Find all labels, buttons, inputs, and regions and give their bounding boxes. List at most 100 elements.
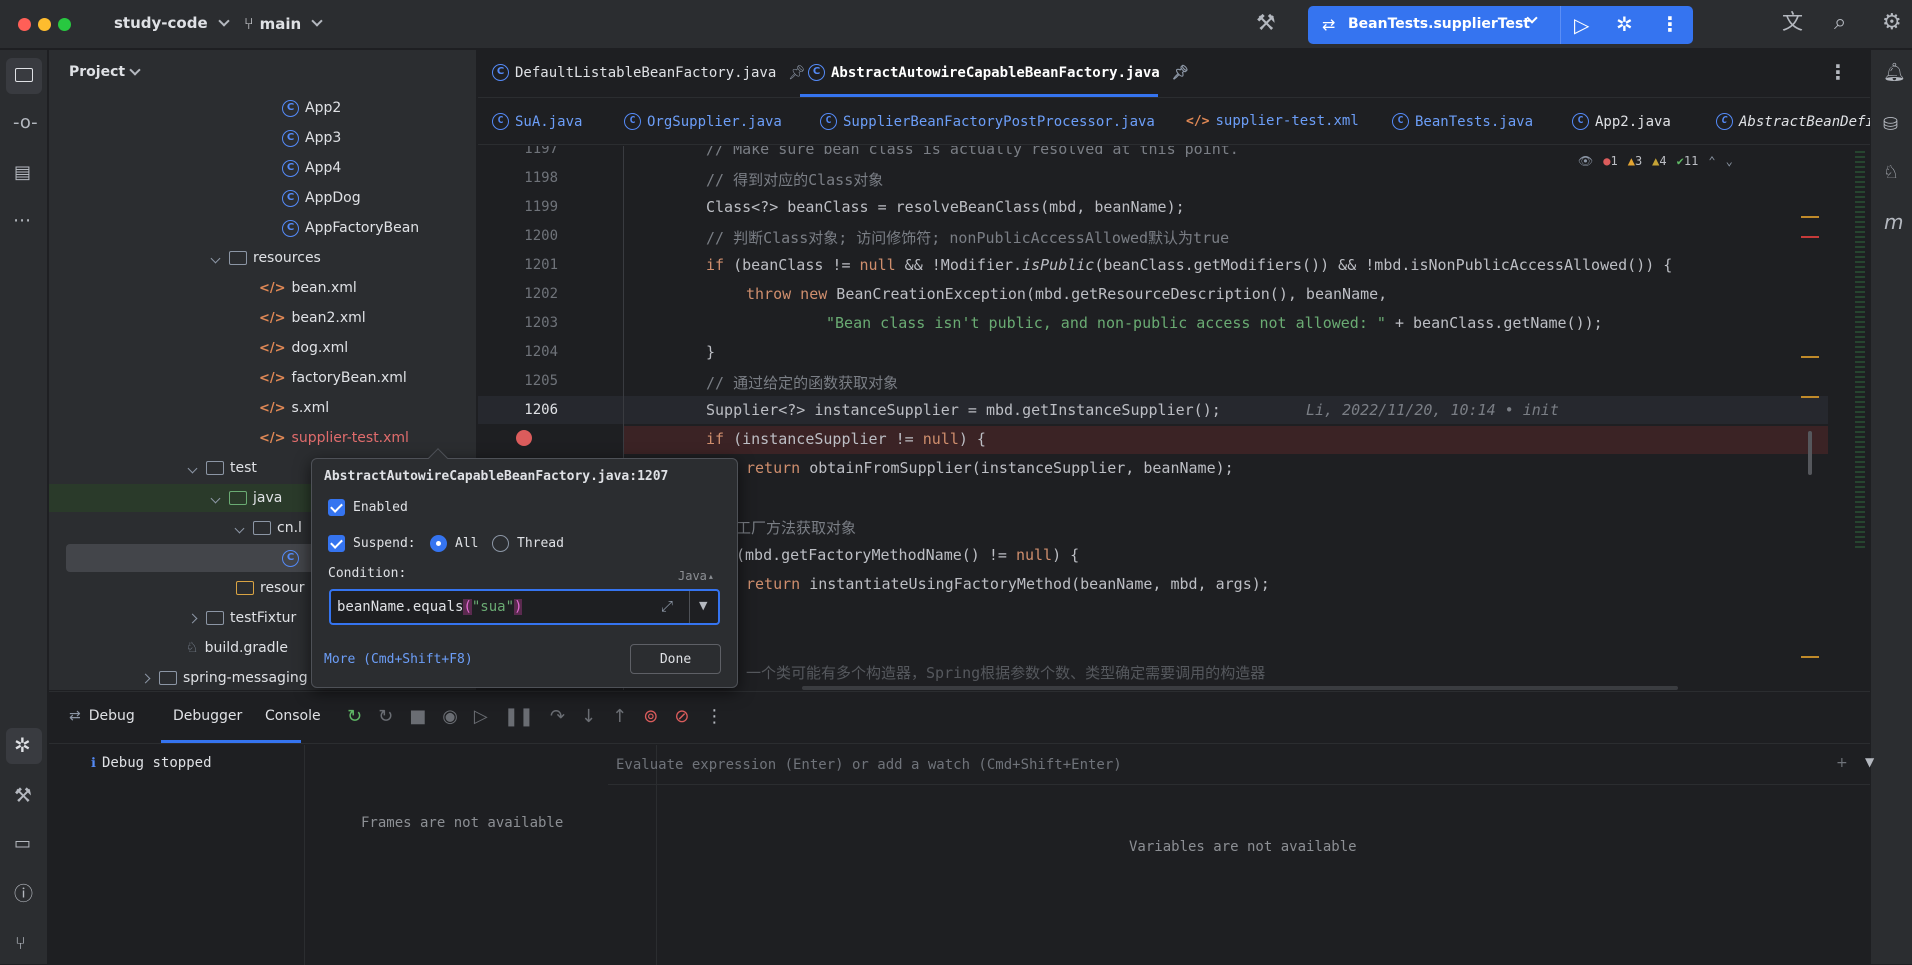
suspend-all-radio[interactable]: All [430,535,478,552]
stop-icon[interactable]: ■ [409,706,426,727]
tree-item-package[interactable]: cn.l [234,514,302,542]
tree-item-resources-test[interactable]: resour [236,574,305,602]
tab-abstractbeandefinition[interactable]: C AbstractBeanDefi [1716,113,1870,130]
tree-item-build-gradle[interactable]: ♘ build.gradle [186,634,288,662]
tab-debugger[interactable]: Debugger [173,708,242,724]
rerun-icon[interactable]: ↻ [347,706,362,727]
terminal-icon[interactable]: ▭ [14,835,31,853]
step-out-icon[interactable]: ↑ [612,706,627,727]
tree-item-java[interactable]: java [210,484,282,512]
git-icon[interactable]: ⑂ [15,935,26,953]
chevron-right-icon[interactable] [187,613,198,623]
breakpoint-icon[interactable] [516,430,532,446]
problems-icon[interactable]: ⓘ [14,885,33,904]
suspend-checkbox[interactable]: Suspend: [328,535,416,552]
build-icon[interactable]: ⚒ [14,785,32,805]
history-dropdown-icon[interactable]: ▼ [699,599,707,612]
tab-options-icon[interactable]: ⋮ [1828,62,1848,82]
tab-abstractautowirecapablebeanfactory[interactable]: C AbstractAutowireCapableBeanFactory.java… [808,64,1190,81]
tree-item-selected-class[interactable]: C [282,544,305,572]
view-breakpoints-red-icon[interactable]: ⊚ [643,706,658,727]
next-highlight-icon[interactable]: ⌄ [1726,154,1733,168]
tree-item-factorybean-xml[interactable]: </> factoryBean.xml [259,364,407,392]
run-config-selector[interactable]: BeanTests.supplierTest [1348,16,1530,32]
vertical-scrollbar[interactable] [1808,431,1812,475]
tab-supplierbeanfactorypostprocessor[interactable]: C SupplierBeanFactoryPostProcessor.java [820,113,1155,130]
maven-icon[interactable]: m [1884,212,1903,232]
tree-item-test[interactable]: test [187,454,257,482]
project-view-selector[interactable]: Project [69,63,141,80]
pause-icon[interactable]: ❚❚ [504,706,534,727]
add-watch-icon[interactable]: + [1836,755,1848,771]
step-into-icon[interactable]: ↓ [581,706,596,727]
project-selector[interactable]: study-code [114,14,230,32]
debug-icon[interactable]: ✲ [1616,12,1633,36]
restart-icon[interactable]: ↻ [378,706,393,727]
project-tool-button[interactable] [6,58,42,94]
resume-icon[interactable]: ▷ [474,706,488,727]
chevron-down-icon[interactable] [187,463,198,473]
done-button[interactable]: Done [630,644,721,674]
tree-item-app4[interactable]: C App4 [282,154,341,182]
translate-icon[interactable]: 文 [1782,12,1803,33]
more-tools-icon[interactable]: ⋯ [13,212,31,230]
structure-icon[interactable]: ▤ [14,164,31,182]
git-blame-annotation[interactable]: Li, 2022/11/20, 10:14 • init [1306,401,1559,419]
more-actions-icon[interactable]: ⋮ [1660,12,1680,36]
chevron-down-icon[interactable] [210,493,221,503]
reader-mode-icon[interactable]: 👁︎ [1578,154,1593,168]
commit-icon[interactable]: -o- [13,114,38,132]
tab-beantests[interactable]: C BeanTests.java [1392,113,1533,130]
tree-item-appfactorybean[interactable]: C AppFactoryBean [282,214,419,242]
more-icon[interactable]: ⋮ [705,706,723,727]
gradle-elephant-icon[interactable]: ♘ [1883,164,1899,182]
pin-icon[interactable]: 📌︎ [788,65,806,81]
tree-item-bean-xml[interactable]: </> bean.xml [259,274,357,302]
hammer-build-icon[interactable]: ⚒ [1256,13,1276,35]
tree-item-resources[interactable]: resources [210,244,321,272]
chevron-right-icon[interactable] [140,673,151,683]
chevron-down-icon[interactable] [234,523,245,533]
run-icon[interactable]: ▷ [1574,13,1589,37]
tab-defaultlistablebeanfactory[interactable]: C DefaultListableBeanFactory.java 📌︎ [492,64,806,81]
settings-gear-icon[interactable]: ⚙ [1882,12,1902,34]
debug-tool-button[interactable]: ✲ [6,728,42,764]
pin-icon[interactable]: 📌︎ [1172,65,1190,81]
horizontal-scrollbar[interactable] [802,686,1678,690]
language-selector[interactable]: Java ▴ [678,569,713,583]
view-breakpoints-icon[interactable]: ◉ [442,706,458,727]
condition-input[interactable]: beanName.equals("sua") ⤢ ▼ [329,589,720,625]
dropdown-arrow-icon[interactable]: ▼ [1865,755,1874,769]
tree-item-dog-xml[interactable]: </> dog.xml [259,334,348,362]
maximize-window-button[interactable] [58,18,71,31]
tree-item-spring-messaging[interactable]: spring-messaging [140,664,308,690]
mute-breakpoints-icon[interactable]: ⊘ [674,706,689,727]
tree-item-testfixtures[interactable]: testFixtur [187,604,296,632]
enabled-checkbox[interactable]: Enabled [328,499,408,516]
tab-orgsupplier[interactable]: C OrgSupplier.java [624,113,782,130]
close-window-button[interactable] [18,18,31,31]
minimize-window-button[interactable] [38,18,51,31]
more-breakpoints-link[interactable]: More (Cmd+Shift+F8) [324,652,473,667]
expand-icon[interactable]: ⤢ [661,597,673,615]
tree-item-app2[interactable]: C App2 [282,94,341,122]
database-icon[interactable]: ⛁ [1883,116,1898,134]
tab-app2[interactable]: C App2.java [1572,113,1671,130]
inspections-widget[interactable]: 👁︎ ●1 ▲3 ▲4 ✔11 ⌃ ⌄ [1578,154,1733,168]
branch-selector[interactable]: ⑂ main [244,14,323,33]
tree-item-app3[interactable]: C App3 [282,124,341,152]
previous-highlight-icon[interactable]: ⌃ [1708,154,1715,168]
chevron-down-icon[interactable] [210,253,221,263]
tab-console[interactable]: Console [265,708,321,724]
notifications-bell-icon[interactable]: 🔔︎ [1883,64,1906,82]
step-over-icon[interactable]: ↷ [550,706,565,727]
tab-sua[interactable]: C SuA.java [492,113,582,130]
tree-item-appdog[interactable]: C AppDog [282,184,361,212]
tree-item-bean2-xml[interactable]: </> bean2.xml [259,304,366,332]
tab-supplier-test-xml[interactable]: </> supplier-test.xml [1186,113,1359,129]
suspend-thread-radio[interactable]: Thread [492,535,564,552]
tree-item-s-xml[interactable]: </> s.xml [259,394,329,422]
search-icon[interactable]: ⌕ [1834,12,1846,34]
evaluate-expression-input[interactable]: Evaluate expression (Enter) or add a wat… [608,745,1874,785]
tree-item-supplier-test-xml[interactable]: </> supplier-test.xml [259,424,409,452]
